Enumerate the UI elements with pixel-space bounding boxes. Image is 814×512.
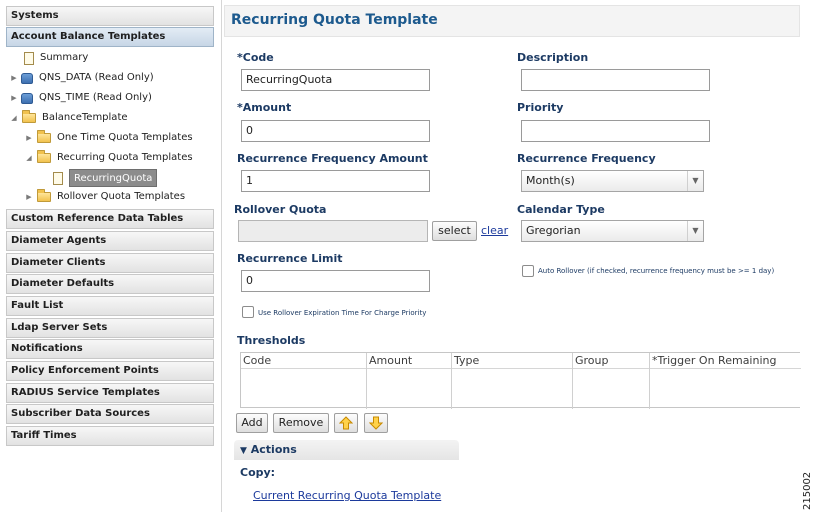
tree-item-label: BalanceTemplate <box>42 112 128 123</box>
tree-item-recurring-quota[interactable]: RecurringQuota <box>53 168 158 188</box>
document-icon <box>53 171 63 185</box>
arrow-down-icon <box>368 416 384 430</box>
document-icon <box>24 51 34 65</box>
copy-current-template-link[interactable]: Current Recurring Quota Template <box>253 489 441 502</box>
expand-arrow-icon[interactable]: ▶ <box>24 128 34 148</box>
column-header-group[interactable]: Group <box>573 353 650 409</box>
recurrence-frequency-value: Month(s) <box>526 174 575 187</box>
tree-item-label: Recurring Quota Templates <box>57 152 193 163</box>
column-header-code[interactable]: Code <box>241 353 367 409</box>
calendar-type-value: Gregorian <box>526 224 581 237</box>
calendar-type-select[interactable]: Gregorian ▼ <box>521 220 704 242</box>
dropdown-arrow-icon[interactable]: ▼ <box>687 171 703 191</box>
tree-item-qns-time[interactable]: ▶ QNS_TIME (Read Only) <box>9 88 152 108</box>
add-threshold-button[interactable]: Add <box>236 413 268 433</box>
collapse-arrow-icon[interactable]: ◢ <box>24 148 34 168</box>
tree-item-rollover-quota-templates[interactable]: ▶ Rollover Quota Templates <box>24 187 185 207</box>
calendar-type-label: Calendar Type <box>517 203 605 216</box>
database-icon <box>21 72 33 84</box>
accordion-systems[interactable]: Systems <box>6 6 214 26</box>
figure-number-text: 215002 <box>802 471 813 510</box>
thresholds-table: Code Amount Type Group *Trigger On Remai… <box>240 352 801 409</box>
actions-title-text: Actions <box>250 443 297 456</box>
auto-rollover-checkbox[interactable] <box>522 265 534 277</box>
description-label: Description <box>517 51 589 64</box>
accordion-radius-service-templates[interactable]: RADIUS Service Templates <box>6 383 214 403</box>
tree-item-recurring-quota-templates[interactable]: ◢ Recurring Quota Templates <box>24 148 193 168</box>
rollover-quota-label: Rollover Quota <box>234 203 327 216</box>
tree-item-label: Summary <box>40 52 89 63</box>
open-folder-icon <box>22 110 36 123</box>
priority-input[interactable] <box>521 120 710 142</box>
accordion-diameter-agents[interactable]: Diameter Agents <box>6 231 214 251</box>
clear-link[interactable]: clear <box>481 224 508 237</box>
accordion-fault-list[interactable]: Fault List <box>6 296 214 316</box>
recurrence-frequency-label: Recurrence Frequency <box>517 152 656 165</box>
priority-label: Priority <box>517 101 564 114</box>
tree-item-label: QNS_DATA (Read Only) <box>39 72 154 83</box>
recurrence-limit-label: Recurrence Limit <box>237 252 343 265</box>
expand-arrow-icon[interactable]: ▶ <box>24 187 34 207</box>
recurrence-frequency-select[interactable]: Month(s) ▼ <box>521 170 704 192</box>
dropdown-arrow-icon[interactable]: ▼ <box>687 221 703 241</box>
tree-item-summary[interactable]: Summary <box>24 48 88 68</box>
recurrence-frequency-amount-label: Recurrence Frequency Amount <box>237 152 428 165</box>
actions-title: ▼ Actions <box>240 443 297 456</box>
tree-item-label: Rollover Quota Templates <box>57 191 186 202</box>
tree-item-one-time-quota-templates[interactable]: ▶ One Time Quota Templates <box>24 128 193 148</box>
code-label: *Code <box>237 51 274 64</box>
open-folder-icon <box>37 150 51 163</box>
folder-icon <box>37 189 51 202</box>
select-button[interactable]: select <box>432 221 477 241</box>
auto-rollover-label: Auto Rollover (if checked, recurrence fr… <box>538 267 775 275</box>
recurrence-limit-input[interactable]: 0 <box>241 270 430 292</box>
tree-item-label: QNS_TIME (Read Only) <box>39 92 152 103</box>
accordion-diameter-clients[interactable]: Diameter Clients <box>6 253 214 273</box>
tree-item-label-selected: RecurringQuota <box>69 169 158 187</box>
copy-label: Copy: <box>240 466 276 479</box>
use-rollover-expiration-label: Use Rollover Expiration Time For Charge … <box>258 309 427 317</box>
move-down-button[interactable] <box>364 413 388 433</box>
expand-arrow-icon[interactable]: ▶ <box>9 68 19 88</box>
tree-item-balance-template[interactable]: ◢ BalanceTemplate <box>9 108 128 128</box>
accordion-notifications[interactable]: Notifications <box>6 339 214 359</box>
rollover-quota-input[interactable] <box>238 220 428 242</box>
column-header-type[interactable]: Type <box>452 353 573 409</box>
tree-item-qns-data[interactable]: ▶ QNS_DATA (Read Only) <box>9 68 154 88</box>
move-up-button[interactable] <box>334 413 358 433</box>
expand-arrow-icon[interactable]: ▶ <box>9 88 19 108</box>
code-input[interactable]: RecurringQuota <box>241 69 430 91</box>
remove-threshold-button[interactable]: Remove <box>273 413 329 433</box>
amount-label: *Amount <box>237 101 292 114</box>
arrow-up-icon <box>338 416 354 430</box>
amount-input[interactable]: 0 <box>241 120 430 142</box>
tree-item-label: One Time Quota Templates <box>57 132 193 143</box>
thresholds-label: Thresholds <box>237 334 306 347</box>
accordion-tariff-times[interactable]: Tariff Times <box>6 426 214 446</box>
actions-panel-header[interactable]: ▼ Actions <box>234 440 459 460</box>
use-rollover-expiration-checkbox[interactable] <box>242 306 254 318</box>
accordion-diameter-defaults[interactable]: Diameter Defaults <box>6 274 214 294</box>
database-icon <box>21 92 33 104</box>
page-title: Recurring Quota Template <box>231 12 438 28</box>
navigation-sidebar: Systems Account Balance Templates Summar… <box>0 0 222 512</box>
figure-number: 215002 <box>800 472 814 512</box>
collapse-triangle-icon: ▼ <box>240 446 247 456</box>
accordion-subscriber-data-sources[interactable]: Subscriber Data Sources <box>6 404 214 424</box>
accordion-custom-reference-data-tables[interactable]: Custom Reference Data Tables <box>6 209 214 229</box>
accordion-policy-enforcement-points[interactable]: Policy Enforcement Points <box>6 361 214 381</box>
accordion-ldap-server-sets[interactable]: Ldap Server Sets <box>6 318 214 338</box>
column-header-amount[interactable]: Amount <box>367 353 452 409</box>
title-bar: Recurring Quota Template <box>224 5 800 37</box>
folder-icon <box>37 130 51 143</box>
accordion-account-balance-templates[interactable]: Account Balance Templates <box>6 27 214 47</box>
collapse-arrow-icon[interactable]: ◢ <box>9 108 19 128</box>
recurrence-frequency-amount-input[interactable]: 1 <box>241 170 430 192</box>
description-input[interactable] <box>521 69 710 91</box>
column-header-trigger-on-remaining[interactable]: *Trigger On Remaining <box>650 353 801 409</box>
main-content: Recurring Quota Template *Code Recurring… <box>224 0 814 512</box>
